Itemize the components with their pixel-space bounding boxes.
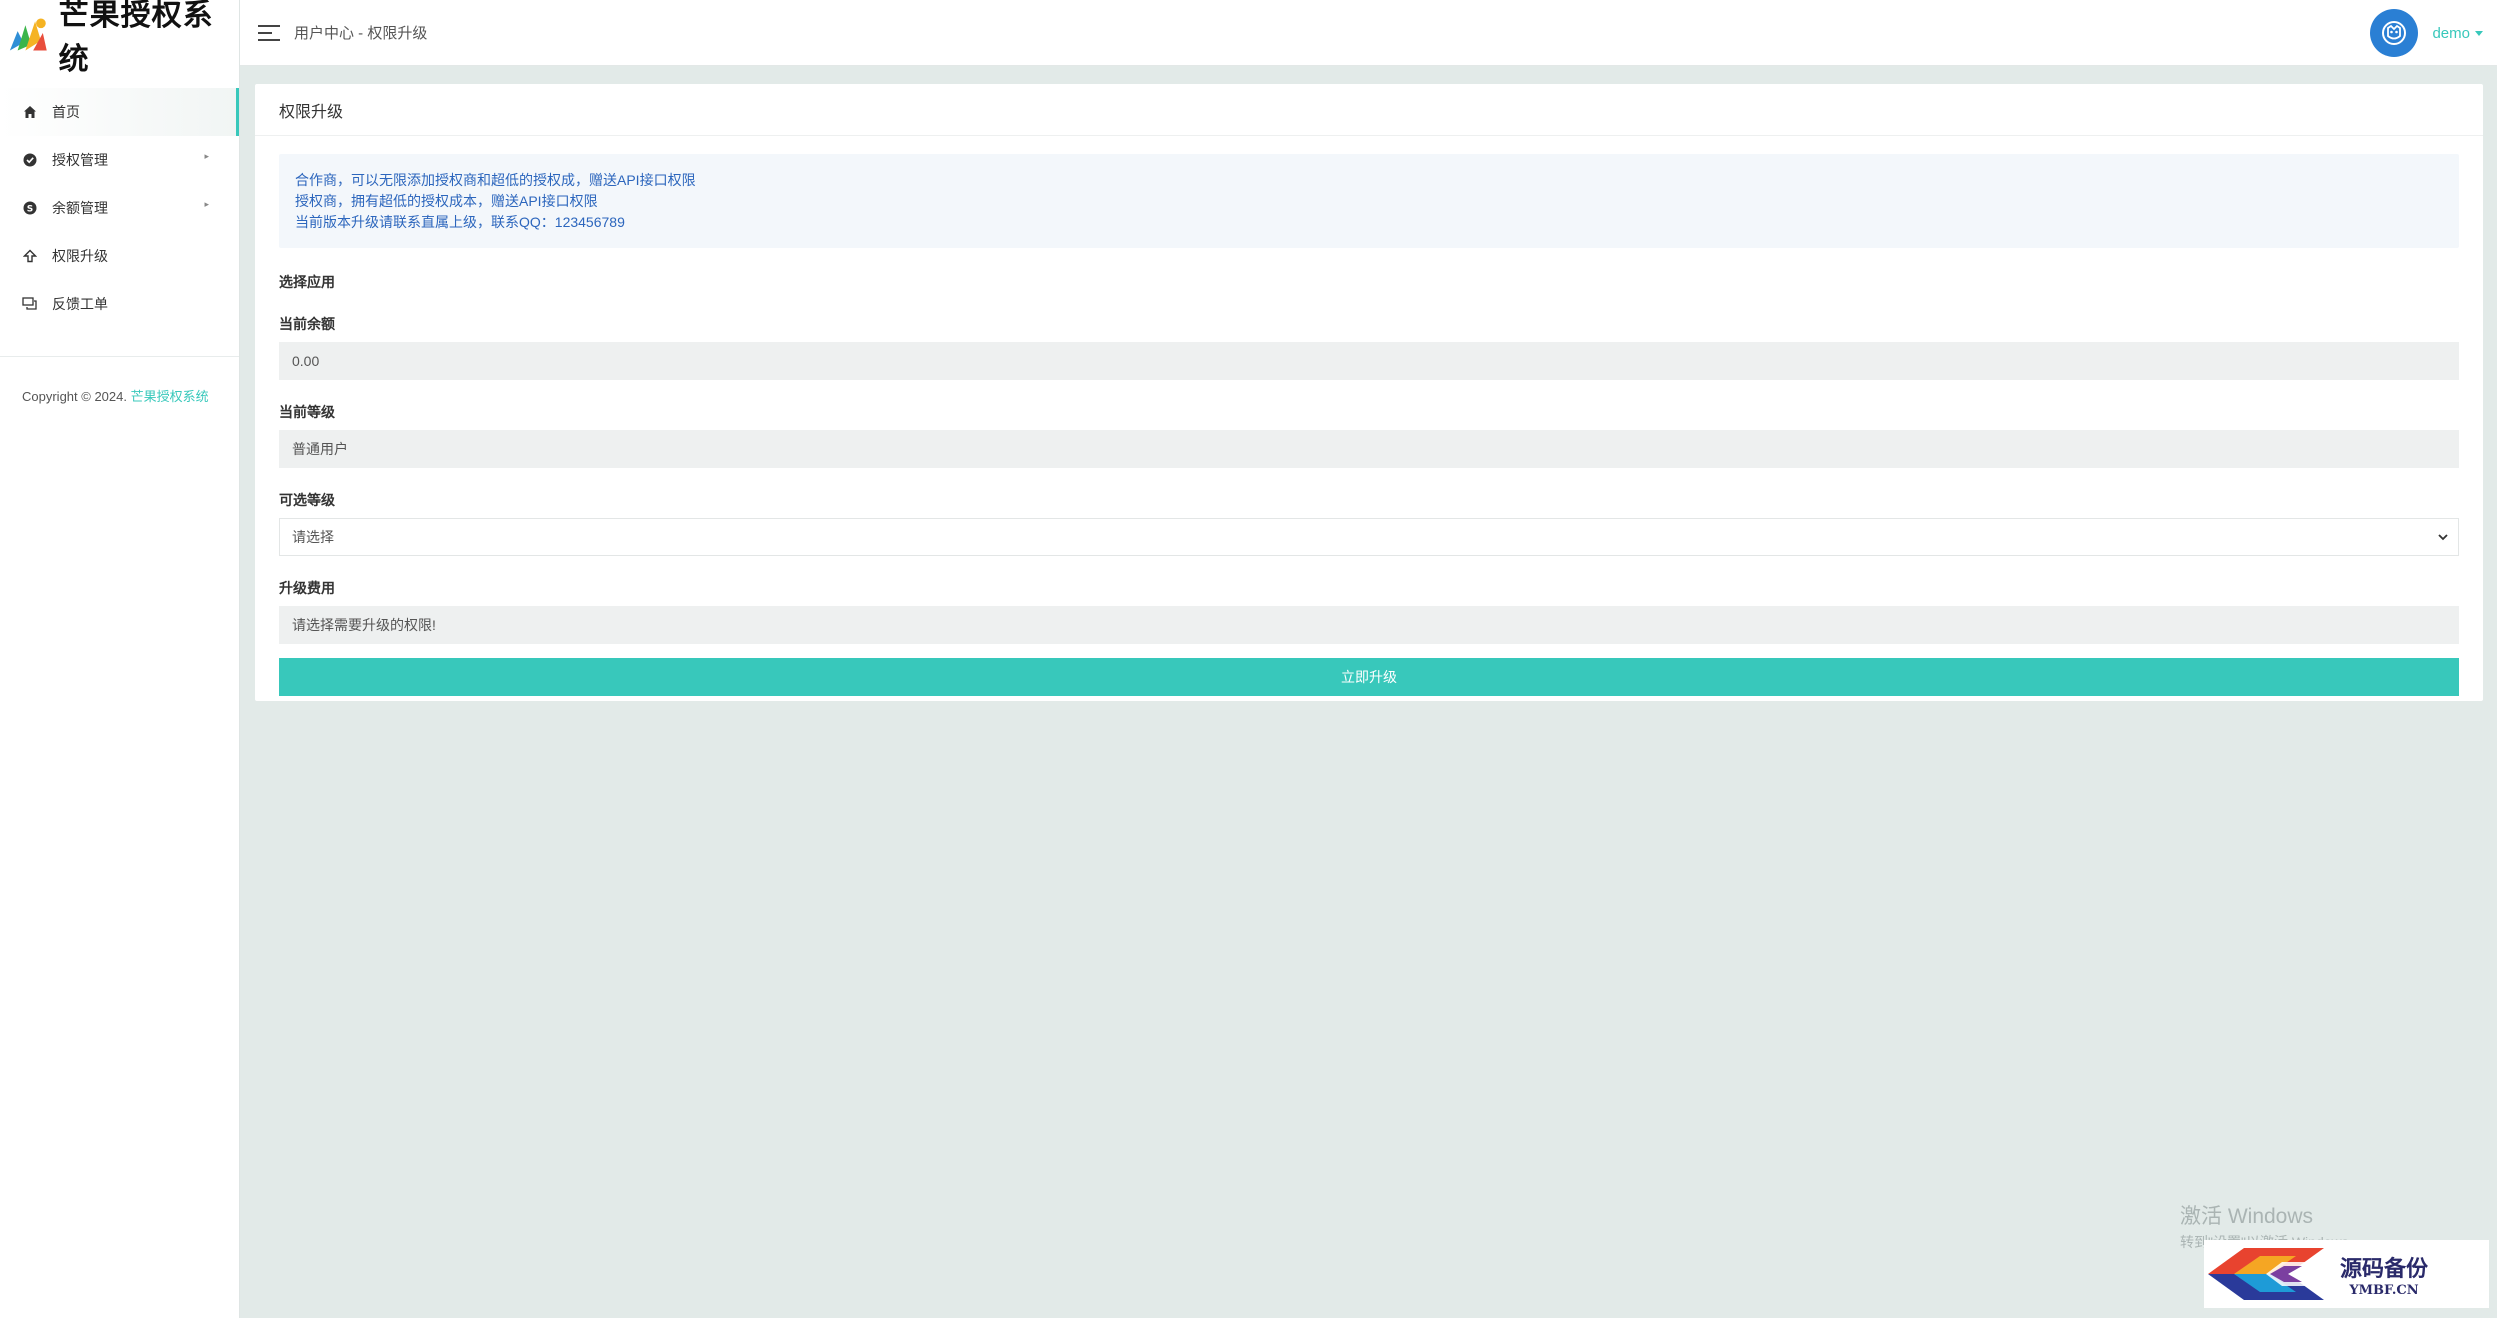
- fee-value: 请选择需要升级的权限!: [292, 617, 436, 633]
- app-logo[interactable]: 芒果授权系统: [0, 0, 239, 77]
- windows-activation-title: 激活 Windows: [2180, 1205, 2314, 1228]
- fee-field: 请选择需要升级的权限!: [279, 606, 2459, 644]
- user-menu[interactable]: demo: [2370, 9, 2483, 57]
- balance-label: 当前余额: [279, 316, 335, 332]
- notice-box: 合作商，可以无限添加授权商和超低的授权成，赠送API接口权限 授权商，拥有超低的…: [279, 154, 2459, 248]
- breadcrumb: 用户中心 - 权限升级: [294, 25, 428, 42]
- sidebar-item-label: 权限升级: [52, 248, 108, 264]
- menu-toggle-icon[interactable]: [258, 24, 280, 41]
- notice-line: 授权商，拥有超低的授权成本，赠送API接口权限: [295, 193, 598, 209]
- copyright: Copyright © 2024. 芒果授权系统: [0, 357, 239, 437]
- code-backup-logo-icon: [2208, 1248, 2324, 1300]
- sidebar-item-balance-management[interactable]: S 余额管理 ▸: [0, 184, 239, 232]
- card-body: 合作商，可以无限添加授权商和超低的授权成，赠送API接口权限 授权商，拥有超低的…: [255, 136, 2483, 696]
- sidebar-item-feedback-tickets[interactable]: 反馈工单: [0, 280, 239, 328]
- balance-value: 0.00: [292, 353, 320, 369]
- svg-text:S: S: [27, 205, 33, 215]
- copyright-brand-link[interactable]: 芒果授权系统: [131, 389, 209, 404]
- chevron-down-icon: [2438, 534, 2448, 541]
- user-avatar-icon: [2382, 21, 2407, 45]
- balance-field: 0.00: [279, 342, 2459, 380]
- select-app-label: 选择应用: [279, 274, 335, 290]
- level-select[interactable]: 请选择: [279, 518, 2459, 556]
- sidebar-item-home[interactable]: 首页: [0, 88, 239, 136]
- skype-icon: S: [22, 200, 38, 216]
- check-circle-icon: [22, 152, 38, 168]
- chat-icon: [22, 296, 38, 312]
- sidebar-item-label: 反馈工单: [52, 296, 108, 312]
- mango-logo-icon: [9, 18, 47, 51]
- chevron-right-icon: ▸: [204, 151, 209, 161]
- upgrade-card: 权限升级 合作商，可以无限添加授权商和超低的授权成，赠送API接口权限 授权商，…: [255, 84, 2483, 701]
- site-watermark-text: 源码备份 YMBF.CN: [2340, 1251, 2428, 1298]
- caret-down-icon: [2475, 31, 2483, 37]
- chevron-right-icon: ▸: [204, 199, 209, 209]
- username-text: demo: [2432, 24, 2470, 42]
- sidebar-nav: 首页 授权管理 ▸ S 余额管理 ▸ 权限升级 反馈工单: [0, 88, 239, 328]
- sidebar-item-label: 余额管理: [52, 200, 108, 216]
- level-value: 普通用户: [292, 441, 348, 457]
- notice-line: 合作商，可以无限添加授权商和超低的授权成，赠送API接口权限: [295, 172, 696, 188]
- level-label: 当前等级: [279, 404, 335, 420]
- arrow-up-icon: [22, 248, 38, 264]
- sidebar-item-label: 首页: [52, 104, 80, 120]
- username[interactable]: demo: [2432, 25, 2483, 42]
- site-watermark-cn: 源码备份: [2340, 1255, 2429, 1282]
- sidebar: 芒果授权系统 首页 授权管理 ▸ S 余额管理 ▸ 权限升级 反馈工单 Copy…: [0, 0, 240, 1318]
- sidebar-item-permission-upgrade[interactable]: 权限升级: [0, 232, 239, 280]
- options-label: 可选等级: [279, 492, 335, 508]
- fee-label: 升级费用: [279, 580, 335, 596]
- top-bar: 用户中心 - 权限升级 demo: [240, 0, 2497, 66]
- card-title: 权限升级: [255, 84, 2483, 136]
- sidebar-item-license-management[interactable]: 授权管理 ▸: [0, 136, 239, 184]
- level-field: 普通用户: [279, 430, 2459, 468]
- avatar[interactable]: [2370, 9, 2419, 57]
- site-watermark-en: YMBF.CN: [2349, 1282, 2419, 1298]
- upgrade-now-button[interactable]: 立即升级: [279, 658, 2459, 696]
- sidebar-item-label: 授权管理: [52, 152, 108, 168]
- app-name: 芒果授权系统: [58, 0, 214, 77]
- copyright-text: Copyright © 2024.: [22, 389, 127, 404]
- site-watermark-logo: 源码备份 YMBF.CN: [2204, 1240, 2489, 1308]
- level-select-value: 请选择: [292, 529, 334, 545]
- notice-line: 当前版本升级请联系直属上级，联系QQ：123456789: [295, 214, 625, 230]
- home-icon: [22, 104, 38, 120]
